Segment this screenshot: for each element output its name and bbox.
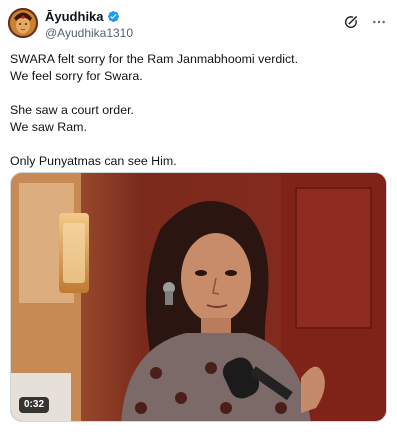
line-break <box>10 85 387 102</box>
tweet-line: We saw Ram. <box>10 120 87 134</box>
tweet-line: She saw a court order. <box>10 103 134 117</box>
tweet-card: Āyudhika @Ayudhika1310 SWARA felt sorry … <box>0 0 397 432</box>
author-display-name[interactable]: Āyudhika <box>45 10 104 23</box>
name-row: Āyudhika <box>45 10 133 23</box>
video-duration-badge: 0:32 <box>19 397 50 413</box>
tweet-line: SWARA felt sorry for the Ram Janmabhoomi… <box>10 52 299 66</box>
author-handle[interactable]: @Ayudhika1310 <box>45 27 133 39</box>
line-break <box>10 136 387 153</box>
video-thumbnail <box>11 173 386 421</box>
author-info: Āyudhika @Ayudhika1310 <box>45 10 133 39</box>
more-options-icon[interactable] <box>371 14 387 30</box>
avatar-image <box>8 8 38 38</box>
grok-icon[interactable] <box>343 14 359 30</box>
tweet-line: Only Punyatmas can see Him. <box>10 154 177 168</box>
tweet-line: We feel sorry for Swara. <box>10 69 143 83</box>
video-player[interactable]: 0:32 <box>10 172 387 422</box>
verified-badge-icon <box>107 10 120 23</box>
header-actions <box>343 14 387 30</box>
tweet-text: SWARA felt sorry for the Ram Janmabhoomi… <box>10 51 387 170</box>
author-avatar[interactable] <box>8 8 38 38</box>
